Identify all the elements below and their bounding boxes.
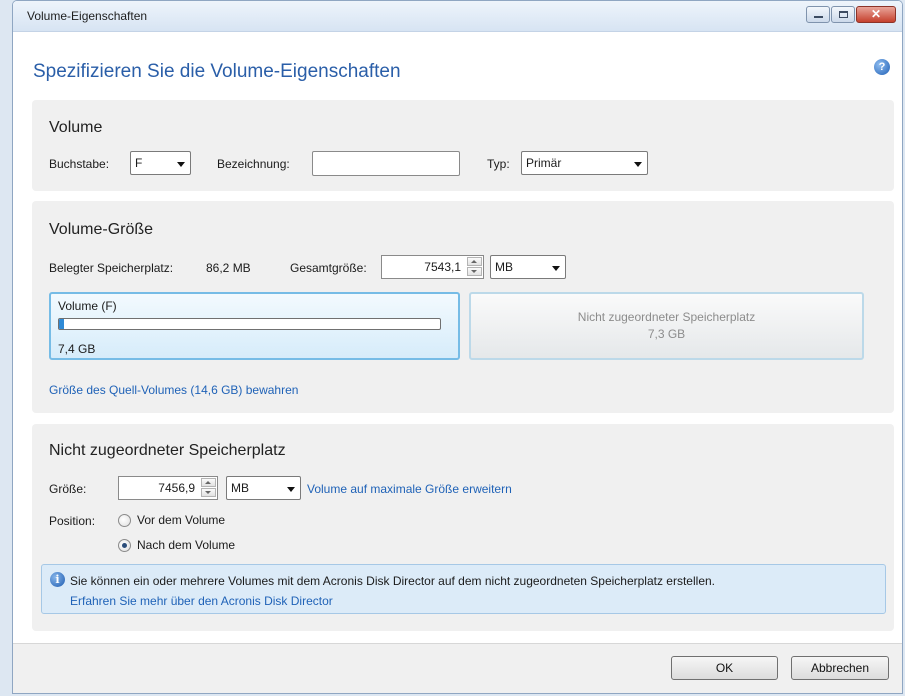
unallocated-card-size: 7,3 GB [647, 327, 686, 341]
increment-button[interactable] [201, 478, 216, 487]
arrow-down-icon [471, 270, 477, 273]
chevron-down-icon [634, 162, 642, 167]
volume-usage-fill [59, 319, 64, 329]
position-before-label: Vor dem Volume [137, 513, 226, 527]
minimize-icon [814, 16, 823, 18]
total-size-label: Gesamtgröße: [290, 261, 367, 275]
chevron-down-icon [287, 487, 295, 492]
total-size-stepper[interactable]: 7543,1 [381, 255, 484, 279]
position-after-option[interactable]: Nach dem Volume [118, 538, 235, 552]
info-banner: i Sie können ein oder mehrere Volumes mi… [41, 564, 886, 614]
volume-card-name: Volume (F) [58, 299, 117, 313]
close-button[interactable]: ✕ [856, 6, 896, 23]
volume-size-panel: Volume-Größe Belegter Speicherplatz: 86,… [32, 201, 894, 413]
used-space-value: 86,2 MB [206, 261, 251, 275]
volume-panel: Volume Buchstabe: F Bezeichnung: Typ: Pr… [32, 100, 894, 191]
volume-section-title: Volume [49, 119, 103, 136]
info-text: Sie können ein oder mehrere Volumes mit … [70, 574, 715, 588]
type-label: Typ: [487, 157, 510, 171]
maximize-button[interactable] [831, 6, 855, 23]
window-controls: ✕ [806, 6, 896, 23]
unallocated-card-title: Nicht zugeordneter Speicherplatz [577, 310, 756, 324]
arrow-up-icon [471, 260, 477, 263]
increment-button[interactable] [467, 257, 482, 266]
total-size-unit-dropdown[interactable]: MB [490, 255, 566, 279]
total-size-value: 7543,1 [424, 260, 461, 274]
type-value: Primär [526, 156, 562, 170]
unallocated-unit-dropdown[interactable]: MB [226, 476, 301, 500]
type-dropdown[interactable]: Primär [521, 151, 648, 175]
decrement-button[interactable] [201, 488, 216, 497]
maximize-icon [839, 11, 848, 18]
unallocated-unit-value: MB [231, 481, 249, 495]
unallocated-section-title: Nicht zugeordneter Speicherplatz [49, 442, 286, 459]
unallocated-size-stepper[interactable]: 7456,9 [118, 476, 218, 500]
letter-dropdown[interactable]: F [130, 151, 191, 175]
radio-after[interactable] [118, 538, 131, 552]
volume-size-section-title: Volume-Größe [49, 221, 154, 238]
dialog-window: Volume-Eigenschaften ✕ Spezifizieren Sie… [12, 0, 903, 694]
position-after-label: Nach dem Volume [137, 538, 236, 552]
arrow-up-icon [205, 481, 211, 484]
minimize-button[interactable] [806, 6, 830, 23]
close-icon: ✕ [870, 7, 882, 21]
arrow-down-icon [205, 491, 211, 494]
name-label: Bezeichnung: [217, 157, 290, 171]
title-bar[interactable]: Volume-Eigenschaften ✕ [13, 1, 902, 32]
volume-card[interactable]: Volume (F) 7,4 GB [49, 292, 460, 360]
ok-button[interactable]: OK [671, 656, 778, 680]
acronis-learn-more-link[interactable]: Erfahren Sie mehr über den Acronis Disk … [70, 594, 333, 608]
position-before-option[interactable]: Vor dem Volume [118, 513, 225, 527]
used-space-label: Belegter Speicherplatz: [49, 261, 174, 275]
expand-max-size-link[interactable]: Volume auf maximale Größe erweitern [307, 482, 512, 496]
unallocated-card[interactable]: Nicht zugeordneter Speicherplatz 7,3 GB [469, 292, 864, 360]
unallocated-size-value: 7456,9 [158, 481, 195, 495]
name-input[interactable] [312, 151, 460, 176]
help-icon[interactable]: ? [874, 59, 890, 75]
decrement-button[interactable] [467, 267, 482, 276]
cancel-button[interactable]: Abbrechen [791, 656, 889, 680]
total-size-unit-value: MB [495, 260, 513, 274]
letter-label: Buchstabe: [49, 157, 110, 171]
radio-before[interactable] [118, 513, 131, 527]
chevron-down-icon [177, 162, 185, 167]
keep-source-size-link[interactable]: Größe des Quell-Volumes (14,6 GB) bewahr… [49, 383, 298, 397]
page-title: Spezifizieren Sie die Volume-Eigenschaft… [33, 61, 401, 82]
position-label: Position: [49, 514, 96, 528]
volume-card-size: 7,4 GB [58, 342, 96, 356]
size-label: Größe: [49, 482, 87, 496]
volume-usage-bar [58, 318, 441, 330]
letter-value: F [135, 156, 143, 170]
window-title: Volume-Eigenschaften [27, 9, 148, 23]
dialog-footer: OK Abbrechen [13, 643, 902, 693]
info-icon: i [50, 572, 65, 587]
unallocated-panel: Nicht zugeordneter Speicherplatz Größe: … [32, 424, 894, 631]
chevron-down-icon [552, 266, 560, 271]
